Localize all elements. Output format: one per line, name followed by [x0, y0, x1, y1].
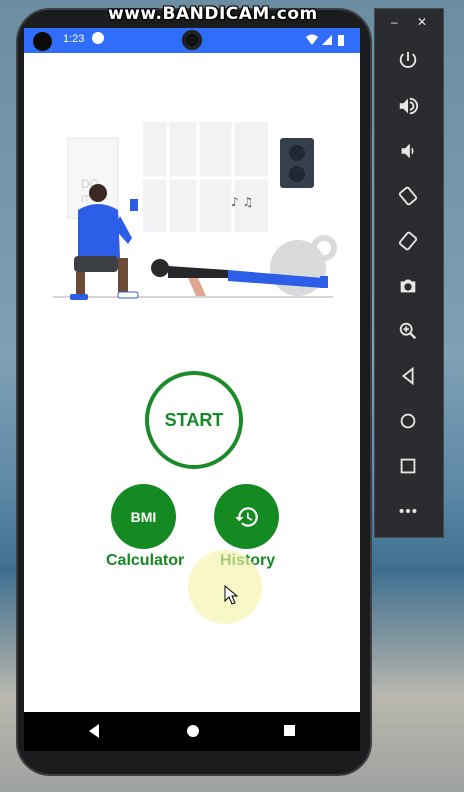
bandicam-watermark: www.BANDICAM.com [108, 4, 318, 24]
back-icon [401, 366, 414, 386]
history-label: History [220, 552, 276, 569]
camera-icon [400, 279, 416, 293]
mouse-cursor-icon [224, 585, 238, 605]
rotate-right-button[interactable] [394, 227, 422, 255]
home-icon [400, 413, 416, 429]
nav-back-icon[interactable] [87, 723, 101, 739]
back-button[interactable] [394, 362, 422, 390]
app-screen: 1:23 DO IT ♪ ♫ START BMI Calculator Hist… [24, 28, 360, 751]
overview-icon [400, 458, 416, 474]
start-button[interactable]: START [145, 371, 243, 469]
navigation-bar [24, 712, 360, 751]
emulator-window-controls: – ✕ [375, 15, 443, 35]
svg-text:♪ ♫: ♪ ♫ [231, 195, 253, 209]
nav-home-icon[interactable] [187, 725, 199, 737]
svg-text:IT: IT [81, 194, 90, 205]
camera-cutout [33, 32, 52, 51]
rotate-right-icon [398, 231, 418, 251]
bmi-calculator-label: Calculator [106, 552, 185, 569]
front-camera [182, 30, 202, 50]
overview-button[interactable] [394, 452, 422, 480]
home-button[interactable] [394, 407, 422, 435]
minimize-button[interactable]: – [391, 15, 398, 29]
volume-up-button[interactable] [394, 92, 422, 120]
workout-illustration: DO IT ♪ ♫ [53, 122, 337, 300]
emulator-toolbar: – ✕ [374, 8, 444, 538]
volume-down-icon [401, 143, 414, 159]
bmi-button[interactable]: BMI [111, 484, 176, 549]
signal-battery-icons [306, 34, 344, 46]
power-button[interactable] [394, 47, 422, 75]
history-icon [234, 506, 258, 527]
more-icon [399, 508, 417, 514]
status-bar: 1:23 [24, 28, 360, 53]
volume-up-icon [399, 97, 419, 115]
more-button[interactable] [394, 497, 422, 525]
zoom-button[interactable] [394, 317, 422, 345]
zoom-icon [399, 322, 417, 340]
power-icon [399, 51, 417, 68]
rotate-left-icon [398, 186, 418, 206]
wall-window-grid [143, 122, 268, 232]
rotate-left-button[interactable] [394, 182, 422, 210]
screenshot-button[interactable] [394, 272, 422, 300]
settings-notification-icon [92, 32, 104, 44]
close-button[interactable]: ✕ [417, 15, 427, 29]
volume-down-button[interactable] [394, 137, 422, 165]
nav-overview-icon[interactable] [284, 725, 295, 736]
status-time: 1:23 [63, 33, 85, 45]
speaker [280, 138, 314, 188]
history-button[interactable] [214, 484, 279, 549]
